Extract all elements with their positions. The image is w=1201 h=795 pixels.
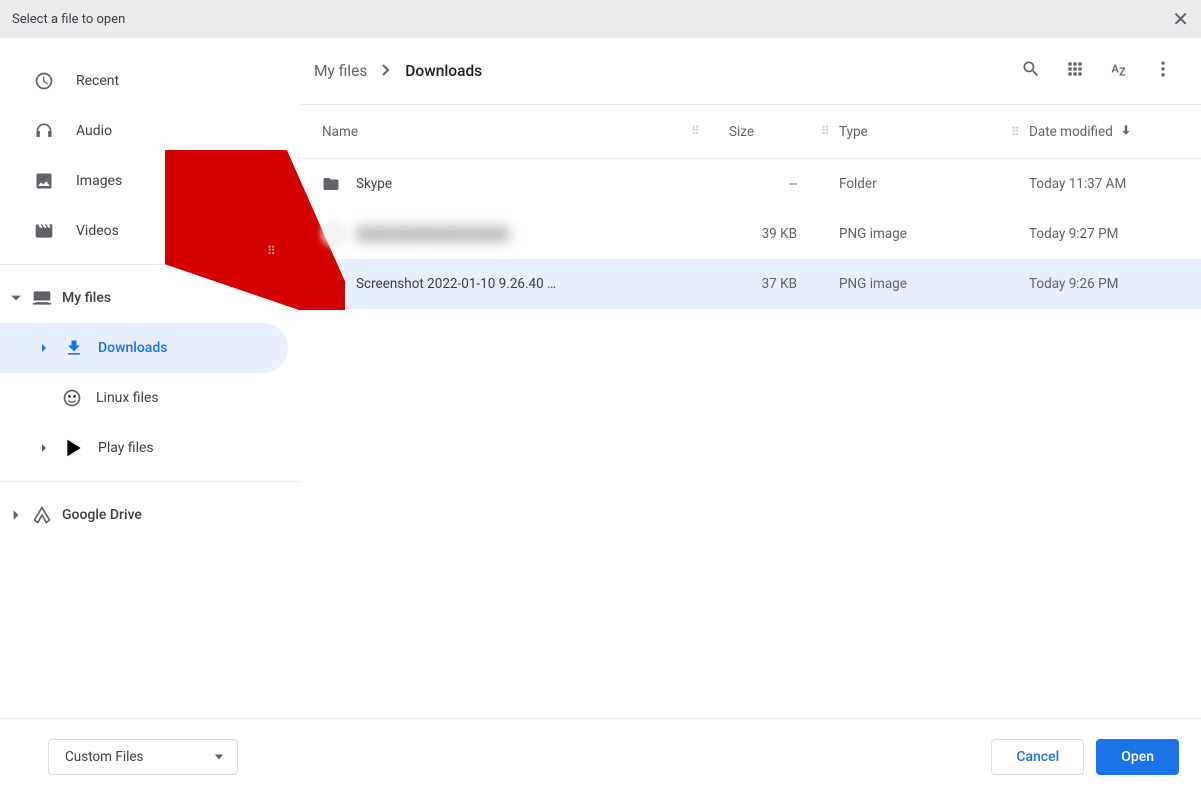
search-icon [1021, 59, 1041, 83]
sidebar-item-recent[interactable]: Recent [0, 56, 300, 106]
file-table: Name ⠿ Size ⠿ Type ⠿ Date modified [300, 104, 1201, 718]
sidebar-item-label: Linux files [96, 390, 159, 406]
laptop-icon [32, 288, 52, 308]
file-date: Today 11:37 AM [1029, 176, 1189, 192]
sidebar-item-my-files[interactable]: My files [0, 273, 300, 323]
sidebar-item-label: My files [62, 290, 111, 306]
chevron-right-icon [381, 62, 391, 80]
sidebar-item-label: Play files [98, 440, 154, 456]
file-type: PNG image [839, 226, 1029, 242]
search-button[interactable] [1011, 51, 1051, 91]
file-row[interactable]: ████████████████ 39 KB PNG image Today 9… [300, 209, 1201, 259]
breadcrumb-parent[interactable]: My files [314, 62, 367, 80]
file-type-label: Custom Files [65, 749, 144, 765]
arrow-down-icon [1119, 123, 1133, 141]
sidebar-divider [0, 481, 300, 482]
chevron-down-icon [10, 288, 22, 308]
download-icon [64, 338, 84, 358]
sidebar-item-downloads[interactable]: Downloads [0, 323, 288, 373]
file-type-select[interactable]: Custom Files [48, 739, 238, 775]
sidebar-item-audio[interactable]: Audio [0, 106, 300, 156]
sidebar-item-label: Images [76, 173, 122, 189]
file-type: Folder [839, 176, 1029, 192]
clock-icon [34, 71, 54, 91]
more-vertical-icon [1153, 59, 1173, 83]
file-date: Today 9:26 PM [1029, 276, 1189, 292]
file-size: 37 KB [709, 276, 839, 292]
sidebar: Recent Audio Images Videos [0, 38, 300, 718]
main-panel: My files Downloads AZ [300, 38, 1201, 718]
file-thumbnail [322, 222, 350, 246]
file-row[interactable]: Skype -- Folder Today 11:37 AM [300, 159, 1201, 209]
close-icon[interactable]: ✕ [1172, 7, 1189, 31]
headphones-icon [34, 121, 54, 141]
sidebar-item-label: Downloads [98, 340, 167, 356]
sidebar-item-label: Recent [76, 73, 119, 89]
column-resize-handle[interactable]: ⠿ [821, 124, 830, 138]
sort-az-icon: AZ [1109, 59, 1129, 83]
column-size-header[interactable]: Size [729, 124, 754, 140]
play-icon [64, 438, 84, 458]
sidebar-item-play-files[interactable]: Play files [0, 423, 300, 473]
sidebar-item-google-drive[interactable]: Google Drive [0, 490, 300, 540]
column-type-header[interactable]: Type [839, 124, 868, 140]
svg-text:Z: Z [1119, 66, 1126, 79]
view-toggle-button[interactable] [1055, 51, 1095, 91]
file-type: PNG image [839, 276, 1029, 292]
drive-icon [32, 505, 52, 525]
dialog-footer: Custom Files Cancel Open [0, 718, 1201, 795]
more-options-button[interactable] [1143, 51, 1183, 91]
dialog-titlebar: Select a file to open ✕ [0, 0, 1201, 38]
breadcrumb: My files Downloads [314, 62, 482, 80]
sidebar-item-linux-files[interactable]: Linux files [0, 373, 300, 423]
table-header-row: Name ⠿ Size ⠿ Type ⠿ Date modified [300, 105, 1201, 159]
file-name: Screenshot 2022-01-10 9.26.40 … [350, 276, 709, 292]
file-name: ████████████████ [350, 226, 709, 242]
file-date: Today 9:27 PM [1029, 226, 1189, 242]
folder-icon [322, 175, 350, 193]
sidebar-item-label: Videos [76, 223, 119, 239]
sidebar-item-label: Audio [76, 123, 112, 139]
sidebar-divider [0, 264, 300, 265]
sidebar-item-label: Google Drive [62, 507, 142, 523]
grid-icon [1065, 59, 1085, 83]
chevron-right-icon [38, 443, 50, 453]
file-name: Skype [350, 176, 709, 192]
image-icon [34, 171, 54, 191]
sidebar-item-images[interactable]: Images [0, 156, 300, 206]
chevron-right-icon [10, 505, 22, 525]
column-resize-handle[interactable]: ⠿ [691, 124, 700, 138]
linux-icon [62, 388, 82, 408]
breadcrumb-current: Downloads [405, 62, 482, 80]
sidebar-item-videos[interactable]: Videos [0, 206, 300, 256]
file-size: 39 KB [709, 226, 839, 242]
file-size: -- [709, 176, 839, 192]
dialog-title: Select a file to open [12, 12, 125, 27]
column-name-header[interactable]: Name [322, 124, 358, 140]
column-resize-handle[interactable]: ⠿ [1011, 125, 1020, 139]
column-date-header[interactable]: Date modified [1029, 124, 1113, 140]
movie-icon [34, 221, 54, 241]
file-row[interactable]: Screenshot 2022-01-10 9.26.40 … 37 KB PN… [300, 259, 1201, 309]
cancel-button[interactable]: Cancel [991, 739, 1084, 775]
sort-button[interactable]: AZ [1099, 51, 1139, 91]
file-thumbnail [322, 272, 350, 296]
main-header: My files Downloads AZ [300, 38, 1201, 104]
chevron-right-icon [38, 343, 50, 353]
open-button[interactable]: Open [1096, 739, 1179, 775]
